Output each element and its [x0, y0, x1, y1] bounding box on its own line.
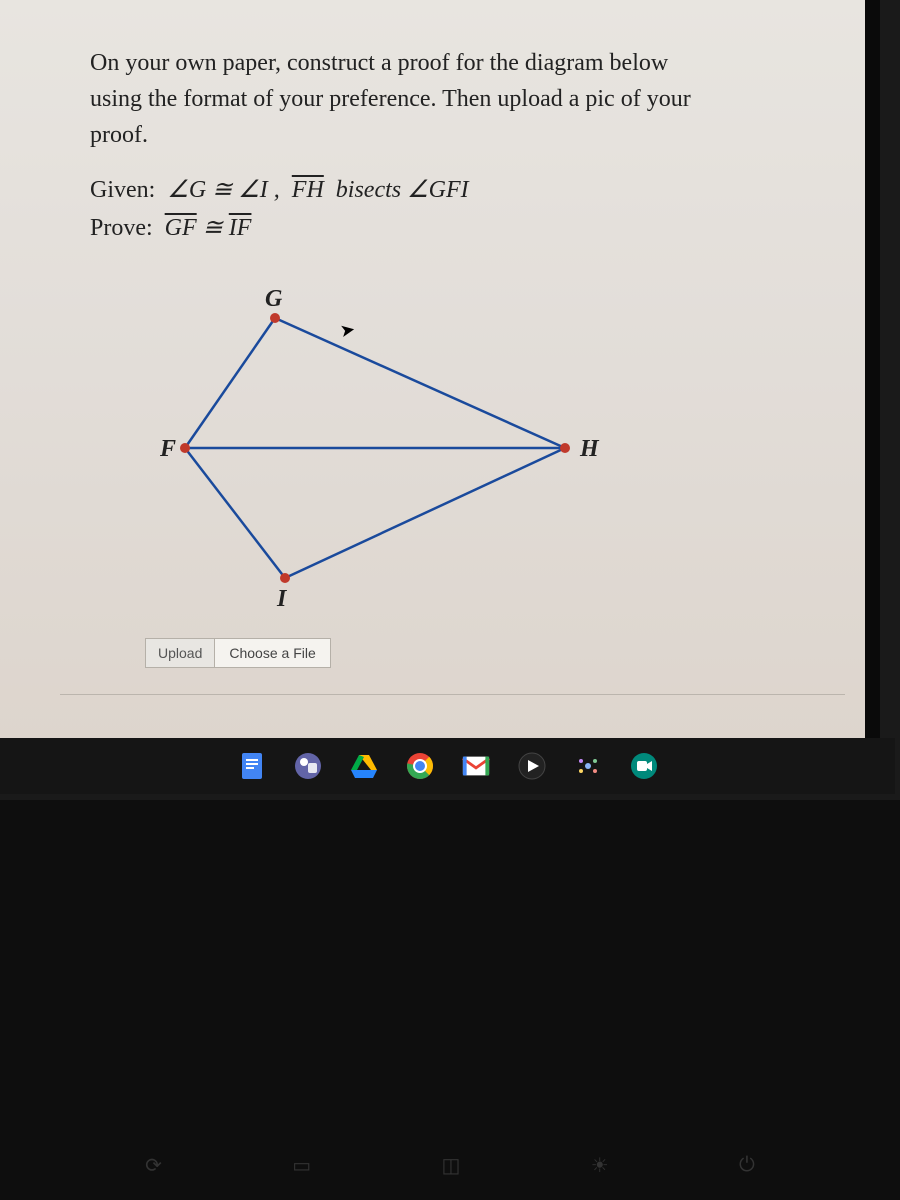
instructions-text: On your own paper, construct a proof for…: [90, 45, 815, 153]
separator: [60, 694, 845, 695]
congruent-symbol: ≅: [203, 215, 223, 241]
ai-icon[interactable]: [573, 751, 603, 781]
docs-icon[interactable]: [237, 751, 267, 781]
segment-if: IF: [229, 215, 252, 241]
vertex-f-label: F: [159, 436, 176, 462]
screen-area: On your own paper, construct a proof for…: [0, 0, 880, 740]
instructions-line2: using the format of your preference. The…: [90, 86, 691, 112]
segment-gf: GF: [165, 215, 197, 241]
vertex-g-label: G: [265, 286, 283, 312]
vertex-h-label: H: [579, 436, 600, 462]
os-taskbar[interactable]: [0, 738, 895, 794]
given-statement: Given: ∠G ≅ ∠I , FH bisects ∠GFI: [90, 171, 815, 209]
vertex-i-label: I: [276, 586, 288, 612]
bezel-power-icon: ⏻: [739, 1154, 755, 1177]
given-angles: ∠G ≅ ∠I ,: [167, 177, 279, 203]
teams-icon[interactable]: [293, 751, 323, 781]
meet-icon[interactable]: [629, 751, 659, 781]
chrome-icon[interactable]: [405, 751, 435, 781]
bezel-overview-icon: ◫: [441, 1153, 460, 1178]
bezel-menu-icon: ▭: [292, 1153, 311, 1178]
drive-icon[interactable]: [349, 751, 379, 781]
upload-control: Upload Choose a File: [145, 638, 815, 668]
upload-label: Upload: [145, 638, 215, 668]
instructions-line1: On your own paper, construct a proof for…: [90, 50, 668, 76]
bezel-refresh-icon: ⟳: [145, 1153, 162, 1178]
choose-file-button[interactable]: Choose a File: [215, 638, 330, 668]
bezel-brightness-icon: ☀: [591, 1153, 609, 1178]
prove-label: Prove:: [90, 215, 153, 241]
given-label: Given:: [90, 177, 155, 203]
given-bisects: bisects ∠GFI: [336, 177, 469, 203]
play-icon[interactable]: [517, 751, 547, 781]
instructions-line3: proof.: [90, 122, 148, 148]
segment-fh: FH: [292, 177, 324, 203]
geometry-diagram: G F H I ➤: [145, 278, 605, 618]
prove-statement: Prove: GF ≅ IF: [90, 209, 815, 247]
diagram-svg: G F H I: [145, 278, 605, 618]
question-content: On your own paper, construct a proof for…: [60, 30, 845, 688]
gmail-icon[interactable]: [461, 751, 491, 781]
monitor-bezel-controls: ⟳ ▭ ◫ ☀ ⏻: [0, 1140, 900, 1190]
